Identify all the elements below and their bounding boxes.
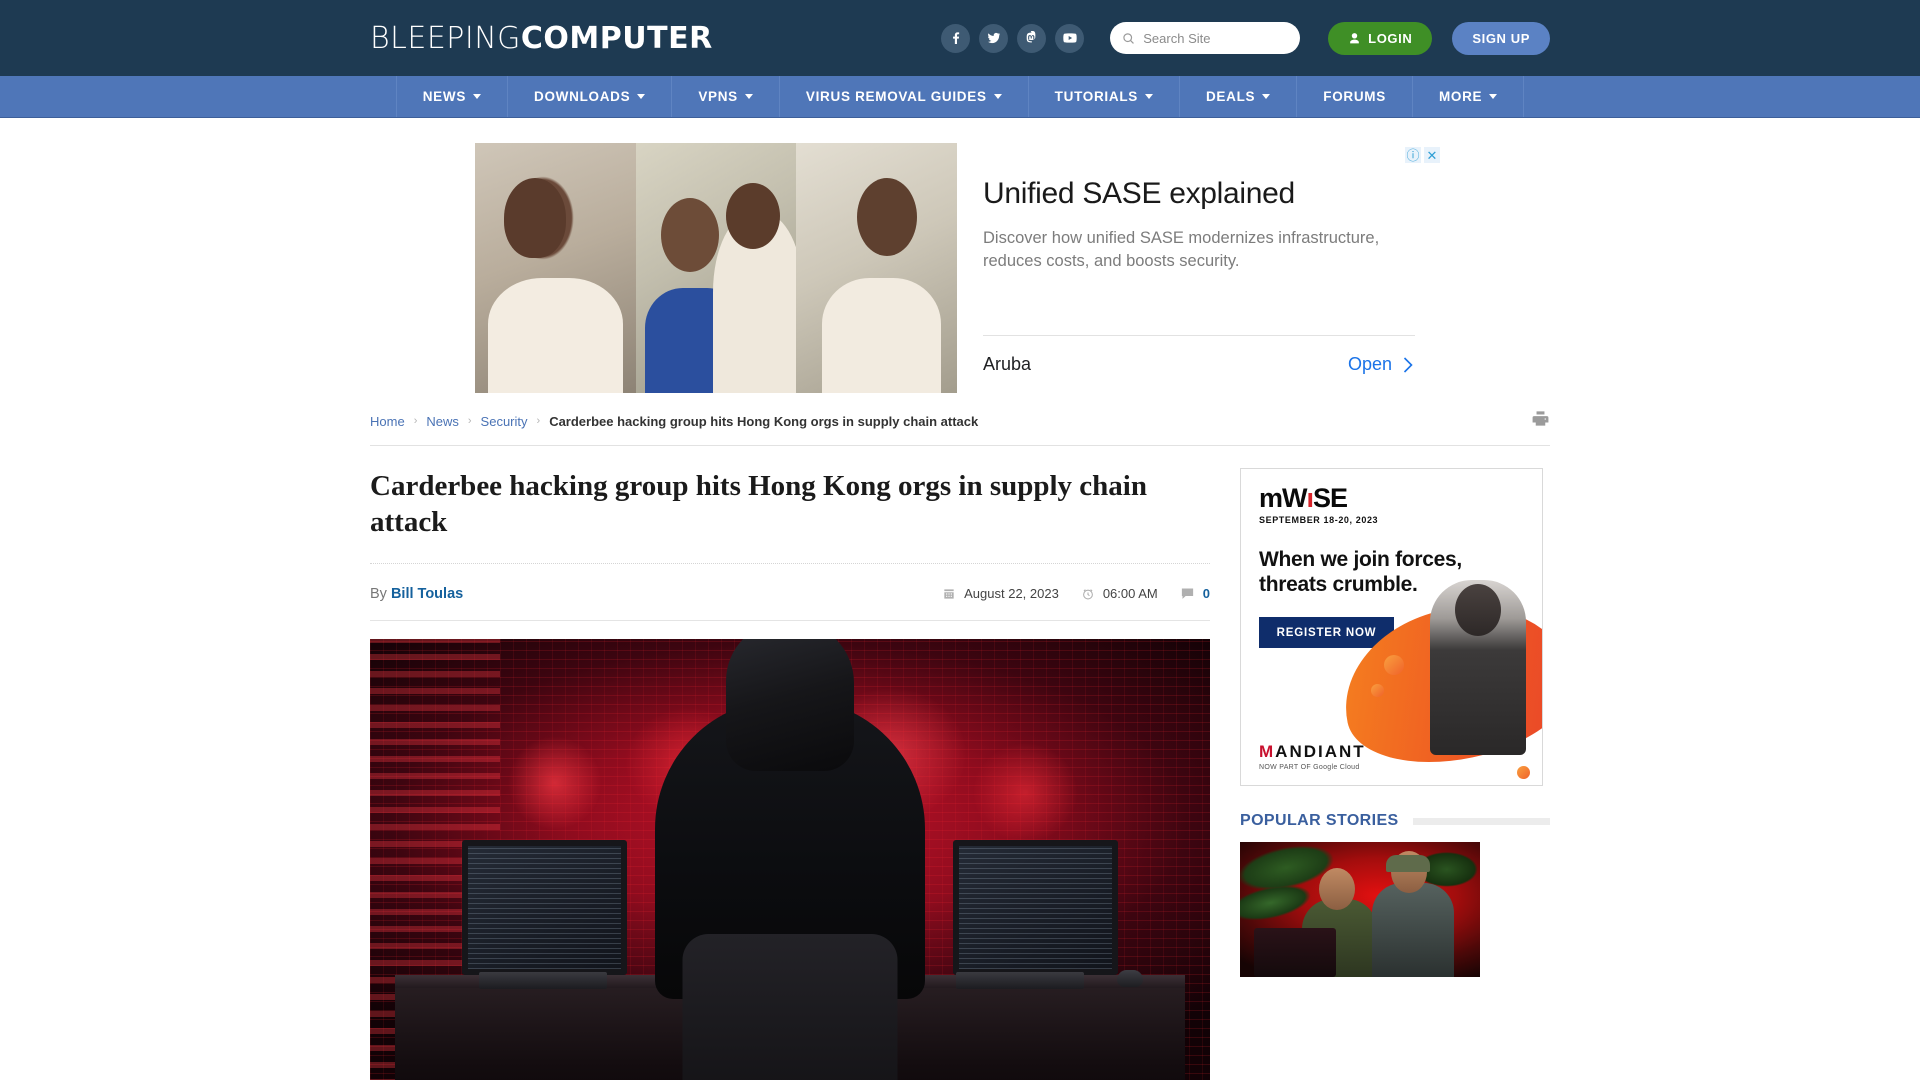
nav-item-label: FORUMS — [1323, 89, 1386, 104]
nav-item-downloads[interactable]: DOWNLOADS — [507, 76, 671, 117]
mwise-logo-pre: mW — [1259, 483, 1307, 513]
nav-item-forums[interactable]: FORUMS — [1296, 76, 1412, 117]
chevron-down-icon — [993, 94, 1002, 99]
mwise-logo-post: SE — [1313, 483, 1348, 513]
mwise-event-date: SEPTEMBER 18-20, 2023 — [1259, 515, 1379, 525]
sidebar-ad[interactable]: mWıSE SEPTEMBER 18-20, 2023 When we join… — [1240, 468, 1543, 786]
byline-prefix: By — [370, 585, 387, 602]
search-icon — [1123, 32, 1135, 44]
breadcrumb-item-current: Carderbee hacking group hits Hong Kong o… — [549, 413, 979, 429]
chevron-down-icon — [1144, 94, 1153, 99]
nav-item-label: DEALS — [1205, 89, 1256, 104]
social-links — [941, 23, 1085, 53]
ad-photo-collage — [475, 143, 958, 393]
nav-item-virus-removal-guides[interactable]: VIRUS REMOVAL GUIDES — [778, 76, 1028, 117]
publish-date-text: August 22, 2023 — [964, 586, 1059, 601]
nav-item-deals[interactable]: DEALS — [1178, 76, 1296, 117]
site-logo[interactable]: BLEEPINGCOMPUTER — [370, 21, 713, 56]
twitter-icon[interactable] — [979, 23, 1009, 53]
nav-item-more[interactable]: MORE — [1411, 76, 1525, 117]
login-label: LOGIN — [1368, 30, 1413, 46]
search-input[interactable] — [1143, 30, 1289, 46]
ad-brand-name: Aruba — [983, 354, 1032, 374]
leaderboard-ad[interactable]: ⓘ ✕ Unified SASE explained Discover how … — [475, 143, 1445, 393]
breadcrumb-item-security[interactable]: Security — [481, 414, 528, 429]
sidebar-ad-headline-line1: When we join forces, — [1259, 548, 1462, 571]
main-navigation: NEWS DOWNLOADS VPNS VIRUS REMOVAL GUIDES TUT… — [0, 76, 1920, 118]
mwise-logo: mWıSE — [1259, 483, 1348, 513]
breadcrumb-item-news[interactable]: News — [426, 414, 459, 429]
comment-count[interactable]: 0 — [1180, 586, 1210, 601]
ad-photo-1 — [475, 143, 636, 393]
chevron-down-icon — [1262, 94, 1271, 99]
publish-time: 06:00 AM — [1081, 586, 1158, 601]
mandiant-subtitle: NOW PART OF Google Cloud — [1259, 764, 1360, 771]
chevron-down-icon — [637, 94, 646, 99]
sidebar-ad-headline: When we join forces, threats crumble. — [1259, 547, 1474, 597]
nav-item-tutorials[interactable]: TUTORIALS — [1027, 76, 1179, 117]
ad-photo-3 — [796, 143, 958, 393]
user-icon — [1350, 32, 1360, 43]
chevron-down-icon — [744, 94, 753, 99]
sidebar-ad-person-image — [1430, 580, 1526, 755]
byline: By Bill Toulas — [370, 586, 463, 602]
ad-headline: Unified SASE explained — [983, 177, 1295, 210]
mandiant-initial: M — [1259, 742, 1276, 761]
signup-label: SIGN UP — [1472, 30, 1530, 46]
chevron-down-icon — [473, 94, 482, 99]
youtube-icon[interactable] — [1055, 23, 1085, 53]
page-title: Carderbee hacking group hits Hong Kong o… — [370, 468, 1210, 564]
mastodon-icon[interactable] — [1017, 23, 1047, 53]
ad-open-button[interactable]: Open — [1348, 354, 1415, 375]
logo-text-secondary: COMPUTER — [520, 20, 713, 56]
facebook-icon[interactable] — [941, 23, 971, 53]
print-icon[interactable] — [1531, 409, 1550, 433]
nav-item-label: TUTORIALS — [1054, 89, 1138, 104]
login-button[interactable]: LOGIN — [1328, 21, 1433, 55]
signup-button[interactable]: SIGN UP — [1452, 21, 1550, 55]
chevron-right-icon — [1403, 356, 1413, 373]
ad-photo-2 — [635, 143, 797, 393]
calendar-icon — [944, 588, 954, 599]
breadcrumb-separator: › — [467, 415, 472, 427]
nav-item-label: MORE — [1438, 89, 1483, 104]
hero-monitor-right — [952, 839, 1118, 975]
chevron-down-icon — [1489, 94, 1498, 99]
publish-time-text: 06:00 AM — [1102, 586, 1158, 601]
site-header: BLEEPINGCOMPUTER Search Site LOGIN SIGN … — [0, 0, 1920, 76]
search-box[interactable] — [1110, 22, 1301, 54]
clock-icon — [1082, 588, 1093, 599]
nav-item-label: NEWS — [422, 89, 467, 104]
breadcrumb-separator: › — [413, 415, 418, 427]
comment-count-text: 0 — [1202, 586, 1210, 601]
nav-item-vpns[interactable]: VPNS — [671, 76, 779, 117]
hero-monitor-left — [462, 839, 628, 975]
popular-stories-rule — [1412, 817, 1550, 825]
nav-item-label: DOWNLOADS — [534, 89, 631, 104]
comment-icon — [1181, 588, 1193, 599]
ad-body-text: Discover how unified SASE modernizes inf… — [983, 229, 1380, 270]
nav-item-label: VPNS — [698, 89, 738, 104]
popular-stories-header: POPULAR STORIES — [1240, 812, 1550, 830]
author-link[interactable]: Bill Toulas — [391, 586, 463, 602]
popular-story-thumbnail[interactable] — [1240, 842, 1480, 977]
ad-info-icon[interactable]: ⓘ — [1405, 147, 1421, 163]
article-hero-image — [370, 638, 1210, 1080]
nav-item-label: VIRUS REMOVAL GUIDES — [805, 89, 987, 104]
leaderboard-ad-wrap: ⓘ ✕ Unified SASE explained Discover how … — [0, 118, 1920, 393]
logo-text-primary: BLEEPING — [370, 20, 521, 56]
nav-item-news[interactable]: NEWS — [395, 76, 507, 117]
breadcrumb-separator: › — [536, 415, 541, 427]
mandiant-rest: ANDIANT — [1275, 742, 1366, 761]
breadcrumb: Home › News › Security › Carderbee hacking gro… — [370, 414, 978, 429]
popular-stories-title: POPULAR STORIES — [1240, 812, 1399, 829]
register-now-button[interactable]: REGISTER NOW — [1259, 617, 1394, 649]
breadcrumb-item-home[interactable]: Home — [370, 414, 405, 429]
ad-close-icon[interactable]: ✕ — [1424, 147, 1440, 163]
ad-open-label: Open — [1347, 354, 1392, 374]
publish-date: August 22, 2023 — [942, 586, 1059, 601]
mandiant-logo: MANDIANT NOW PART OF Google Cloud — [1259, 742, 1366, 771]
